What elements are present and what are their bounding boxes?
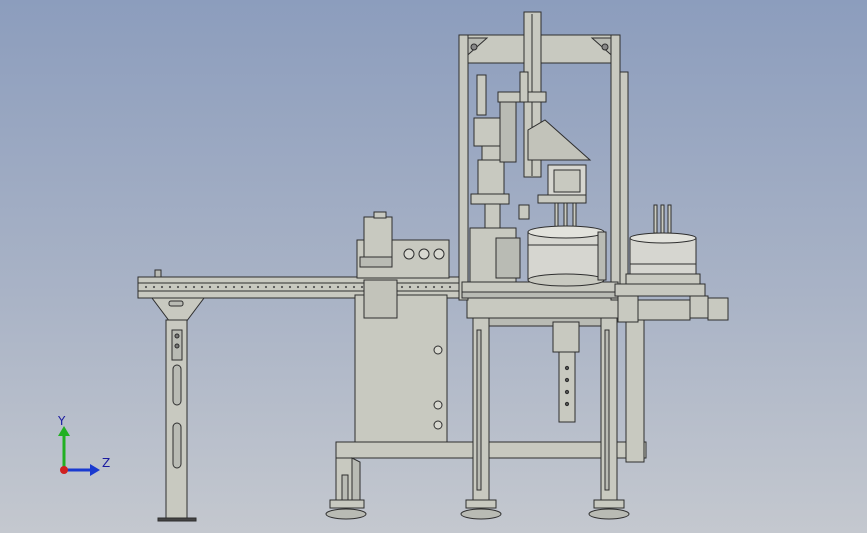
control-cabinet[interactable] bbox=[354, 279, 448, 443]
main-table[interactable] bbox=[460, 297, 645, 520]
conveyor-support-leg[interactable] bbox=[151, 297, 205, 522]
conveyor-hole bbox=[320, 285, 324, 289]
conveyor-hole bbox=[424, 285, 428, 289]
conveyor-hole bbox=[192, 285, 196, 289]
conveyor-hole bbox=[440, 285, 444, 289]
conveyor-hole bbox=[176, 285, 180, 289]
conveyor-hole bbox=[336, 285, 340, 289]
conveyor-hole bbox=[264, 285, 268, 289]
conveyor-hole bbox=[144, 285, 148, 289]
conveyor-hole bbox=[416, 285, 420, 289]
control-panel[interactable] bbox=[356, 211, 450, 279]
conveyor-hole bbox=[160, 285, 164, 289]
product-drum-left[interactable] bbox=[527, 225, 607, 287]
conveyor-hole bbox=[408, 285, 412, 289]
conveyor-hole bbox=[328, 285, 332, 289]
conveyor-hole bbox=[256, 285, 260, 289]
conveyor-hole bbox=[296, 285, 300, 289]
conveyor-hole bbox=[344, 285, 348, 289]
conveyor-hole bbox=[312, 285, 316, 289]
conveyor-hole bbox=[168, 285, 172, 289]
cad-viewport[interactable]: Y Z bbox=[0, 0, 867, 533]
conveyor-hole bbox=[352, 285, 356, 289]
conveyor-hole bbox=[152, 285, 156, 289]
conveyor-hole bbox=[184, 285, 188, 289]
product-drum-right[interactable] bbox=[625, 204, 701, 285]
conveyor-hole bbox=[400, 285, 404, 289]
assembly-model[interactable] bbox=[0, 0, 867, 533]
triad-y-label: Y bbox=[58, 414, 66, 428]
z-axis-arrowhead bbox=[90, 464, 100, 476]
conveyor-hole bbox=[360, 285, 364, 289]
outfeed-station[interactable] bbox=[614, 283, 729, 323]
conveyor-hole bbox=[248, 285, 252, 289]
conveyor-hole bbox=[280, 285, 284, 289]
pick-assembly[interactable] bbox=[469, 74, 521, 283]
conveyor-hole bbox=[448, 285, 452, 289]
conveyor-hole bbox=[208, 285, 212, 289]
coordinate-triad bbox=[58, 426, 100, 476]
conveyor-hole bbox=[432, 285, 436, 289]
conveyor-hole bbox=[288, 285, 292, 289]
conveyor-hole bbox=[224, 285, 228, 289]
conveyor-hole bbox=[272, 285, 276, 289]
triad-z-label: Z bbox=[102, 456, 111, 470]
x-axis-origin bbox=[60, 466, 68, 474]
conveyor-hole bbox=[200, 285, 204, 289]
conveyor-hole bbox=[232, 285, 236, 289]
conveyor-hole bbox=[240, 285, 244, 289]
conveyor-hole bbox=[216, 285, 220, 289]
conveyor-hole bbox=[304, 285, 308, 289]
